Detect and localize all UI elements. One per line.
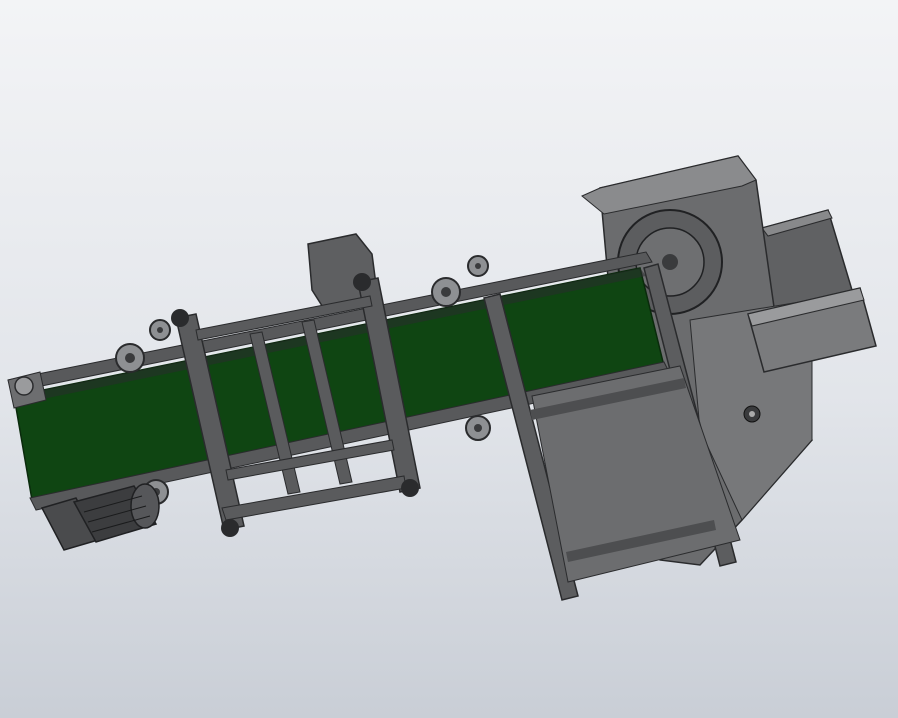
roller[interactable]	[149, 319, 171, 341]
cad-viewport[interactable]	[0, 0, 898, 718]
roller[interactable]	[431, 277, 461, 307]
roller[interactable]	[115, 343, 145, 373]
roller[interactable]	[465, 415, 491, 441]
roller[interactable]	[467, 255, 489, 277]
conveyor-assembly-model[interactable]	[0, 0, 898, 718]
